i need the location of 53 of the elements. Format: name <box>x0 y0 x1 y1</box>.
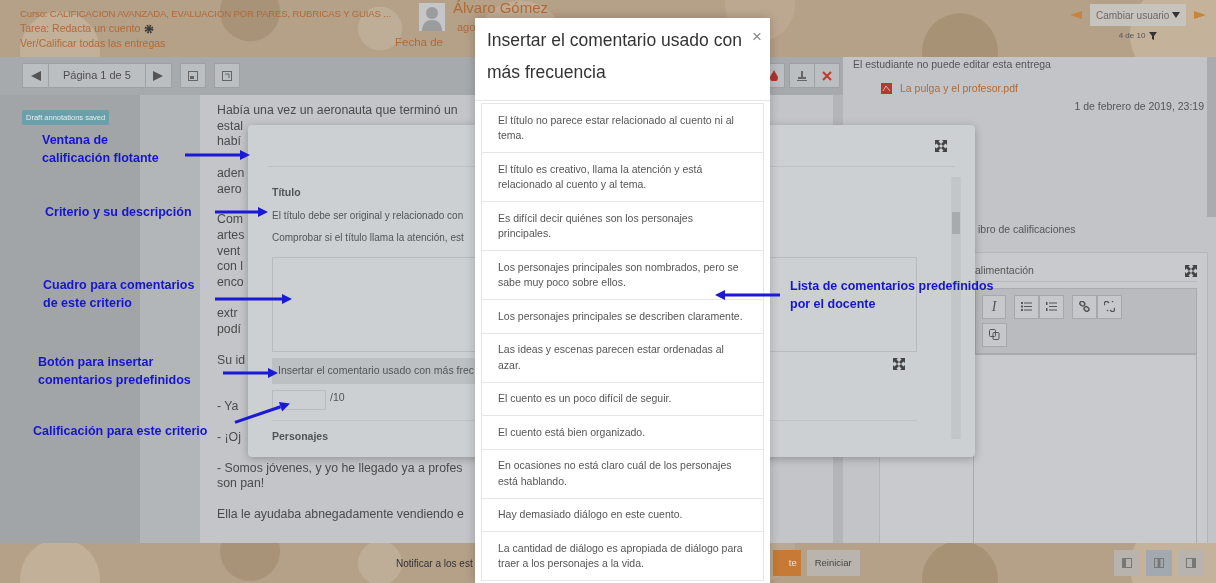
document-text: son pan! <box>217 476 265 492</box>
document-text: aero <box>217 181 242 198</box>
reset-button[interactable]: Reiniciar <box>806 550 860 576</box>
user-detail: ago <box>456 20 476 35</box>
comment-option[interactable]: Es difícil decir quiénes son los personajes principales. <box>481 202 764 251</box>
page-indicator: Página 1 de 5 <box>49 63 145 88</box>
document-text: estal <box>217 118 243 135</box>
callout-text: Botón para insertar comentarios predefinidos <box>38 354 191 389</box>
comment-option[interactable]: La cantidad de diálogo es apropiada de diálogo para traer a los personajes a la vida. <box>481 532 764 581</box>
comment-option[interactable]: Los personajes principales se describen claramente. <box>481 300 764 334</box>
document-text: vent <box>217 243 241 260</box>
document-text: Su id <box>217 352 246 369</box>
feedback-label: alimentación <box>975 263 1034 278</box>
document-text: - Somos jóvenes, y yo he llegado ya a profes <box>217 460 463 477</box>
criterion-title: Título <box>272 185 301 200</box>
document-text: con l <box>217 259 243 275</box>
comment-option[interactable]: Los personajes principales son nombrados, pero se sabe muy poco sobre ellos. <box>481 251 764 300</box>
comment-option[interactable]: El cuento está bien organizado. <box>481 416 764 450</box>
comment-option[interactable]: Las ideas y escenas parecen estar ordenadas al azar. <box>481 333 764 383</box>
callout-text: Ventana de calificación flotante <box>42 132 159 167</box>
callout-text: Criterio y su descripción <box>45 204 192 221</box>
comment-option[interactable]: Hay demasiado diálogo en este cuento. <box>481 498 764 532</box>
document-text: aden <box>217 165 245 182</box>
document-text: habí <box>217 134 241 151</box>
gradebook-link[interactable]: ibro de calificaciones <box>978 222 1076 238</box>
score-suffix: /10 <box>330 389 345 405</box>
user-counter: 4 de 10 <box>1118 30 1146 42</box>
document-text: Ella le ayudaba abnegadamente vendiendo e <box>217 507 464 523</box>
comment-option[interactable]: En ocasiones no está claro cuál de los personajes está hablando. <box>481 449 764 499</box>
document-text: Había una vez un aeronauta que terminó un <box>217 103 458 119</box>
notify-label: Notificar a los est <box>396 556 473 571</box>
callout-text: Calificación para este criterio <box>33 423 208 440</box>
criterion-title: Personajes <box>272 428 329 444</box>
close-button[interactable]: × <box>752 28 762 45</box>
submission-date: 1 de febrero de 2019, 23:19 <box>1073 98 1205 114</box>
document-text: extr <box>217 306 238 323</box>
switch-user-select[interactable]: Cambiar usuario <box>1090 4 1186 26</box>
criterion-description: Comprobar si el título llama la atención, est <box>272 230 464 245</box>
document-text: - Ya <box>217 399 239 415</box>
due-date-label: Fecha de <box>395 35 443 50</box>
save-button[interactable]: te <box>772 550 801 576</box>
document-text: podí <box>217 322 241 338</box>
document-text: Com <box>217 212 243 228</box>
criterion-description: El título debe ser original y relacionado con <box>272 208 464 223</box>
comment-option[interactable]: El título es creativo, llama la atención y está relacionado al cuento y al tema. <box>481 153 764 202</box>
document-text: enco <box>217 275 244 291</box>
comment-option[interactable]: El cuento es un poco difícil de seguir. <box>481 382 764 416</box>
document-text: artes <box>217 227 245 244</box>
italic-button[interactable]: I <box>982 294 1006 319</box>
callout-text: Cuadro para comentarios de este criterio <box>43 277 195 312</box>
comment-option[interactable]: El título no parece estar relacionado al cuento ni al tema. <box>481 103 764 153</box>
document-text: - ¡Oj <box>217 429 241 446</box>
submission-status: El estudiante no puede editar esta entrega <box>853 57 1051 72</box>
